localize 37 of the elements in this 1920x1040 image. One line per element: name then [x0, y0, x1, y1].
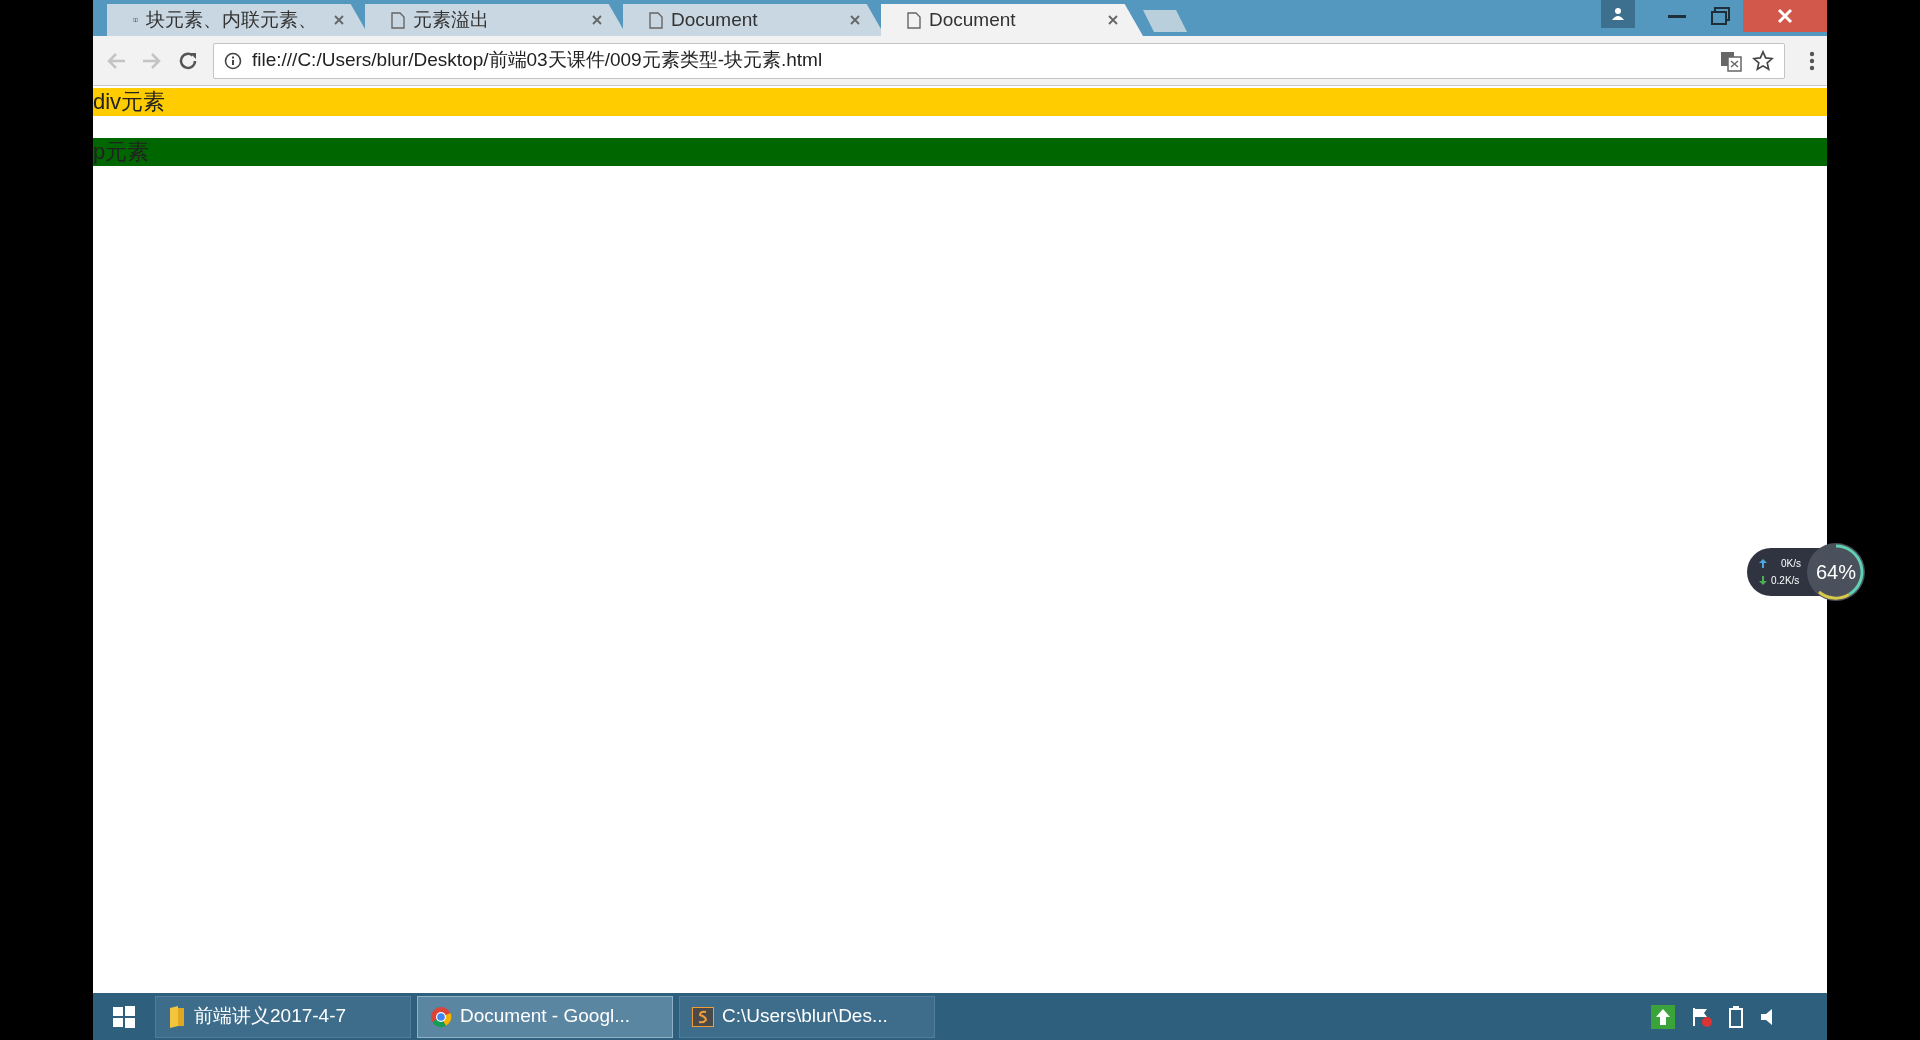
- battery-icon[interactable]: [1729, 1005, 1743, 1028]
- upload-icon[interactable]: [1651, 1004, 1675, 1029]
- usage-percent: 64%: [1816, 560, 1856, 585]
- address-bar[interactable]: file:///C:/Users/blur/Desktop/前端03天课件/009元素类型-块元素.html: [213, 42, 1785, 79]
- browser-tab[interactable]: Document: [881, 4, 1143, 36]
- down-arrow-icon: [1759, 576, 1767, 585]
- browser-icon: [430, 1005, 452, 1028]
- page-icon: [649, 11, 663, 29]
- person-icon: [1611, 7, 1625, 21]
- url-text: file:///C:/Users/blur/Desktop/前端03天课件/009元素类型-块元素.html: [252, 48, 823, 73]
- close-icon[interactable]: [591, 14, 603, 26]
- info-icon: [224, 51, 242, 70]
- up-arrow-icon: [1759, 559, 1767, 568]
- taskbar-item[interactable]: C:\Users\blur\Des...: [679, 995, 935, 1038]
- colored-block: p元素: [93, 138, 1827, 166]
- close-icon[interactable]: [333, 14, 345, 26]
- close-icon: [1777, 8, 1793, 24]
- restore-icon: [1711, 7, 1731, 25]
- taskbar-item[interactable]: Document - Googl...: [417, 995, 673, 1038]
- download-speed: 0.2K/s: [1771, 574, 1800, 588]
- close-icon[interactable]: [849, 14, 861, 26]
- upload-speed: 0K/s: [1781, 557, 1801, 571]
- close-icon[interactable]: [1107, 14, 1119, 26]
- translate-icon[interactable]: [1720, 49, 1742, 72]
- profile-button[interactable]: [1601, 0, 1635, 28]
- colored-block: div元素: [93, 88, 1827, 116]
- flag-icon[interactable]: [1691, 1005, 1713, 1028]
- minimize-icon: [1668, 14, 1686, 18]
- editor-icon: [692, 1006, 714, 1027]
- folder-icon: [168, 1005, 186, 1028]
- close-button[interactable]: [1743, 0, 1827, 32]
- star-icon[interactable]: [1752, 49, 1774, 72]
- menu-icon[interactable]: [1809, 49, 1815, 72]
- windows-icon: [113, 1005, 135, 1028]
- page-icon: [907, 11, 921, 29]
- taskbar-item[interactable]: 前端讲义2017-4-7: [155, 995, 411, 1038]
- page-icon: [391, 11, 405, 29]
